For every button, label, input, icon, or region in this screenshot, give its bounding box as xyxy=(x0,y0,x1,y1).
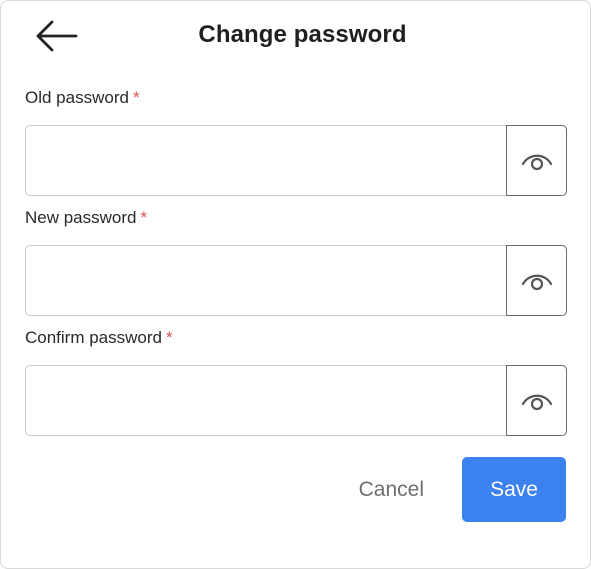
old-password-field: Old password * xyxy=(25,87,567,196)
confirm-password-field: Confirm password * xyxy=(25,327,567,436)
eye-icon xyxy=(521,394,552,410)
save-button[interactable]: Save xyxy=(462,457,566,522)
eye-icon xyxy=(521,154,552,170)
new-password-field: New password * xyxy=(25,207,567,316)
old-password-label: Old password * xyxy=(25,87,567,109)
new-password-visibility-toggle[interactable] xyxy=(506,245,567,316)
dialog-actions: Cancel Save xyxy=(359,457,566,522)
confirm-password-visibility-toggle[interactable] xyxy=(506,365,567,436)
change-password-dialog: Change password Old password * New passwo… xyxy=(0,0,591,569)
old-password-input[interactable] xyxy=(26,126,506,195)
new-password-input[interactable] xyxy=(26,246,506,315)
old-password-visibility-toggle[interactable] xyxy=(506,125,567,196)
confirm-password-input-group xyxy=(25,365,567,436)
required-asterisk: * xyxy=(166,328,173,347)
old-password-label-text: Old password xyxy=(25,88,129,107)
dialog-header: Change password xyxy=(1,1,590,73)
new-password-input-group xyxy=(25,245,567,316)
confirm-password-label: Confirm password * xyxy=(25,327,567,349)
old-password-input-group xyxy=(25,125,567,196)
confirm-password-input[interactable] xyxy=(26,366,506,435)
confirm-password-label-text: Confirm password xyxy=(25,328,162,347)
dialog-title: Change password xyxy=(198,21,407,48)
new-password-label-text: New password xyxy=(25,208,137,227)
required-asterisk: * xyxy=(132,88,140,107)
cancel-button[interactable]: Cancel xyxy=(359,478,424,502)
eye-icon xyxy=(521,274,552,290)
new-password-label: New password * xyxy=(25,207,567,229)
required-asterisk: * xyxy=(140,208,148,227)
